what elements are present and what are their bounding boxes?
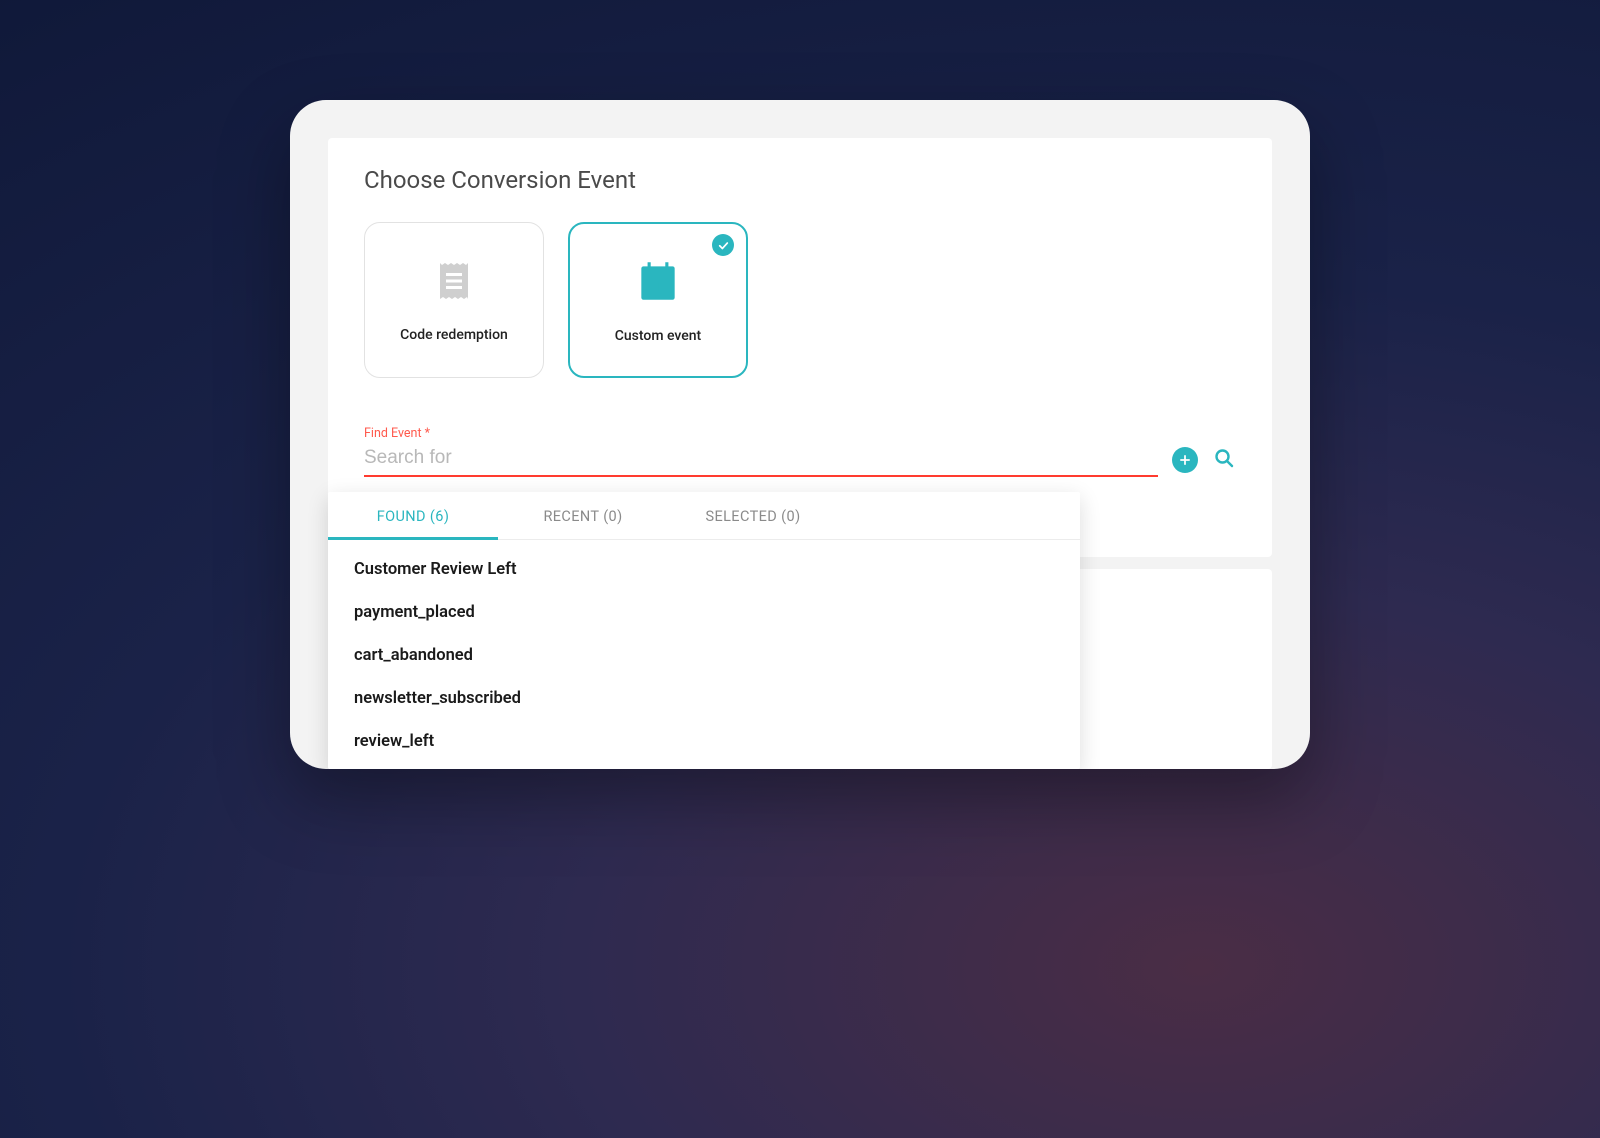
- search-button[interactable]: [1212, 446, 1236, 474]
- tile-label: Custom event: [615, 328, 701, 344]
- search-icon: [1212, 446, 1236, 474]
- search-input[interactable]: [364, 443, 1158, 477]
- tab-recent[interactable]: RECENT (0): [498, 492, 668, 539]
- add-button[interactable]: [1172, 447, 1198, 473]
- list-item[interactable]: review_left: [328, 720, 1080, 763]
- calendar-icon: [633, 256, 683, 310]
- results-dropdown: FOUND (6) RECENT (0) SELECTED (0) Custom…: [328, 492, 1080, 769]
- dropdown-tabs: FOUND (6) RECENT (0) SELECTED (0): [328, 492, 1080, 540]
- check-icon: [712, 234, 734, 256]
- search-label: Find Event *: [364, 426, 1236, 441]
- plus-icon: [1178, 453, 1192, 467]
- list-item[interactable]: cart_abandoned: [328, 634, 1080, 677]
- results-list: Customer Review Left payment_placed cart…: [328, 540, 1080, 769]
- tile-custom-event[interactable]: Custom event: [568, 222, 748, 378]
- list-item[interactable]: newsletter_subscribed: [328, 677, 1080, 720]
- tab-found[interactable]: FOUND (6): [328, 492, 498, 539]
- tab-selected[interactable]: SELECTED (0): [668, 492, 838, 539]
- tile-label: Code redemption: [400, 327, 508, 343]
- event-type-tiles: Code redemption Custom event: [364, 222, 1236, 378]
- page-title: Choose Conversion Event: [364, 166, 1236, 194]
- search-field: Find Event *: [364, 426, 1236, 477]
- receipt-icon: [430, 257, 478, 309]
- search-row: [364, 443, 1236, 477]
- app-card: Choose Conversion Event Code redemption: [290, 100, 1310, 769]
- list-item[interactable]: payment_placed: [328, 591, 1080, 634]
- list-item[interactable]: Customer Review Left: [328, 548, 1080, 591]
- tile-code-redemption[interactable]: Code redemption: [364, 222, 544, 378]
